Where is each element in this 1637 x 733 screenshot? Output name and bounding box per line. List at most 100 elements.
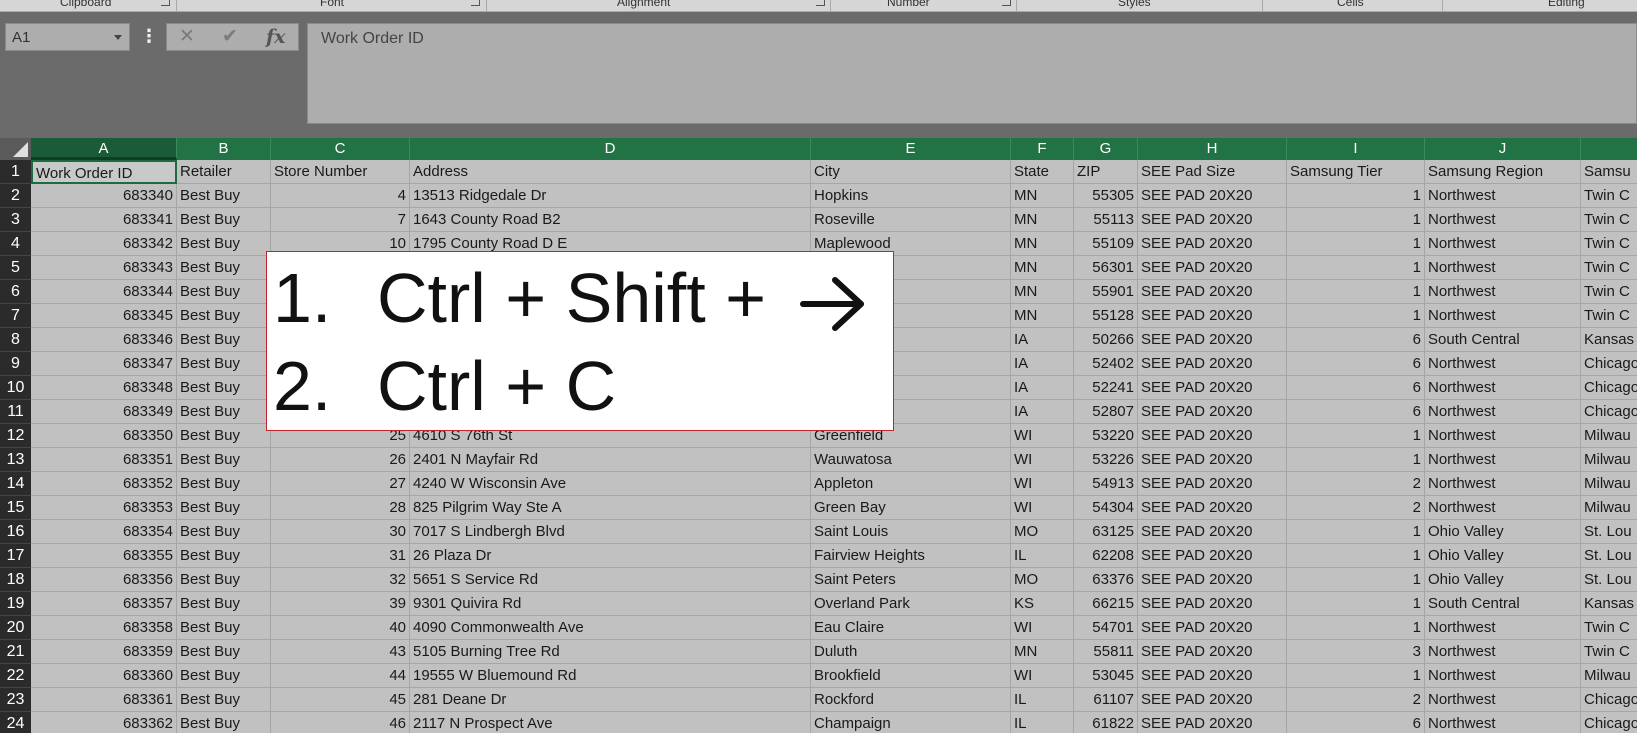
table-cell[interactable]: Rockford xyxy=(811,688,1011,712)
font-launcher-icon[interactable] xyxy=(471,0,480,6)
name-box[interactable]: A1 xyxy=(5,23,130,51)
table-cell[interactable]: Twin C xyxy=(1581,184,1637,208)
more-options-icon[interactable]: ⋮ xyxy=(140,26,158,46)
table-cell[interactable]: Milwau xyxy=(1581,664,1637,688)
table-cell[interactable]: SEE PAD 20X20 xyxy=(1138,472,1287,496)
table-cell[interactable]: Saint Louis xyxy=(811,520,1011,544)
table-cell[interactable]: IL xyxy=(1011,544,1074,568)
table-cell[interactable]: Best Buy xyxy=(177,376,271,400)
table-cell[interactable]: WI xyxy=(1011,472,1074,496)
table-cell[interactable]: Northwest xyxy=(1425,448,1581,472)
table-cell[interactable]: Best Buy xyxy=(177,688,271,712)
table-cell[interactable]: SEE PAD 20X20 xyxy=(1138,448,1287,472)
table-cell[interactable]: 3 xyxy=(1287,640,1425,664)
table-cell[interactable]: 55811 xyxy=(1074,640,1138,664)
table-cell[interactable]: Twin C xyxy=(1581,208,1637,232)
table-cell[interactable]: 31 xyxy=(271,544,410,568)
alignment-launcher-icon[interactable] xyxy=(816,0,825,6)
table-cell[interactable]: MN xyxy=(1011,208,1074,232)
table-cell[interactable]: Best Buy xyxy=(177,280,271,304)
number-launcher-icon[interactable] xyxy=(1002,0,1011,6)
row-header[interactable]: 22 xyxy=(0,664,31,688)
table-cell[interactable]: Northwest xyxy=(1425,256,1581,280)
table-cell[interactable]: SEE PAD 20X20 xyxy=(1138,232,1287,256)
table-cell[interactable]: 683348 xyxy=(31,376,177,400)
table-cell[interactable]: Milwau xyxy=(1581,448,1637,472)
table-cell[interactable]: 44 xyxy=(271,664,410,688)
table-cell[interactable]: SEE PAD 20X20 xyxy=(1138,592,1287,616)
column-header[interactable]: B xyxy=(177,138,271,160)
table-cell[interactable]: SEE PAD 20X20 xyxy=(1138,616,1287,640)
table-cell[interactable]: Wauwatosa xyxy=(811,448,1011,472)
table-cell[interactable]: WI xyxy=(1011,616,1074,640)
header-cell[interactable]: Samsung Region xyxy=(1425,160,1581,184)
table-cell[interactable]: Kansas xyxy=(1581,592,1637,616)
table-cell[interactable]: IL xyxy=(1011,688,1074,712)
table-cell[interactable]: 50266 xyxy=(1074,328,1138,352)
table-cell[interactable]: Northwest xyxy=(1425,184,1581,208)
table-cell[interactable]: St. Lou xyxy=(1581,568,1637,592)
table-cell[interactable]: 27 xyxy=(271,472,410,496)
table-cell[interactable]: Best Buy xyxy=(177,184,271,208)
table-cell[interactable]: 55128 xyxy=(1074,304,1138,328)
row-header[interactable]: 14 xyxy=(0,472,31,496)
column-header[interactable]: A xyxy=(31,138,177,160)
table-cell[interactable]: SEE PAD 20X20 xyxy=(1138,664,1287,688)
table-cell[interactable]: Ohio Valley xyxy=(1425,544,1581,568)
table-cell[interactable]: Best Buy xyxy=(177,328,271,352)
row-header[interactable]: 24 xyxy=(0,712,31,733)
table-cell[interactable]: Northwest xyxy=(1425,496,1581,520)
select-all-button[interactable] xyxy=(0,138,31,160)
table-cell[interactable]: 4 xyxy=(271,184,410,208)
table-cell[interactable]: Twin C xyxy=(1581,232,1637,256)
table-cell[interactable]: 2117 N Prospect Ave xyxy=(410,712,811,733)
table-cell[interactable]: Best Buy xyxy=(177,352,271,376)
table-cell[interactable]: Eau Claire xyxy=(811,616,1011,640)
table-cell[interactable]: MN xyxy=(1011,280,1074,304)
table-cell[interactable]: 46 xyxy=(271,712,410,733)
table-cell[interactable]: 1 xyxy=(1287,592,1425,616)
column-header[interactable]: G xyxy=(1074,138,1138,160)
table-cell[interactable]: Northwest xyxy=(1425,472,1581,496)
table-cell[interactable]: Best Buy xyxy=(177,208,271,232)
table-cell[interactable]: 4240 W Wisconsin Ave xyxy=(410,472,811,496)
formula-input[interactable]: Work Order ID xyxy=(307,23,1637,124)
table-cell[interactable]: 54913 xyxy=(1074,472,1138,496)
table-cell[interactable]: IL xyxy=(1011,712,1074,733)
table-cell[interactable]: 45 xyxy=(271,688,410,712)
header-cell[interactable]: Samsung Tier xyxy=(1287,160,1425,184)
table-cell[interactable]: 683362 xyxy=(31,712,177,733)
table-cell[interactable]: 6 xyxy=(1287,712,1425,733)
table-cell[interactable]: 683359 xyxy=(31,640,177,664)
table-cell[interactable]: St. Lou xyxy=(1581,520,1637,544)
table-cell[interactable]: Best Buy xyxy=(177,616,271,640)
table-cell[interactable]: Best Buy xyxy=(177,472,271,496)
table-cell[interactable]: 7 xyxy=(271,208,410,232)
table-cell[interactable]: Twin C xyxy=(1581,616,1637,640)
row-header[interactable]: 18 xyxy=(0,568,31,592)
table-cell[interactable]: Saint Peters xyxy=(811,568,1011,592)
table-cell[interactable]: WI xyxy=(1011,424,1074,448)
active-cell[interactable]: Work Order ID xyxy=(31,160,177,184)
table-cell[interactable]: 683353 xyxy=(31,496,177,520)
table-cell[interactable]: Best Buy xyxy=(177,304,271,328)
table-cell[interactable]: 56301 xyxy=(1074,256,1138,280)
table-cell[interactable]: IA xyxy=(1011,376,1074,400)
table-cell[interactable]: 54701 xyxy=(1074,616,1138,640)
table-cell[interactable]: 55109 xyxy=(1074,232,1138,256)
header-cell[interactable]: City xyxy=(811,160,1011,184)
table-cell[interactable]: 683356 xyxy=(31,568,177,592)
table-cell[interactable]: 26 Plaza Dr xyxy=(410,544,811,568)
table-cell[interactable]: 2401 N Mayfair Rd xyxy=(410,448,811,472)
table-cell[interactable]: SEE PAD 20X20 xyxy=(1138,496,1287,520)
table-cell[interactable]: Best Buy xyxy=(177,424,271,448)
table-cell[interactable]: MN xyxy=(1011,232,1074,256)
table-cell[interactable]: 13513 Ridgedale Dr xyxy=(410,184,811,208)
table-cell[interactable]: St. Lou xyxy=(1581,544,1637,568)
table-cell[interactable]: 1 xyxy=(1287,184,1425,208)
table-cell[interactable]: Best Buy xyxy=(177,640,271,664)
table-cell[interactable]: 683342 xyxy=(31,232,177,256)
row-header[interactable]: 13 xyxy=(0,448,31,472)
table-cell[interactable]: 683349 xyxy=(31,400,177,424)
table-cell[interactable]: 281 Deane Dr xyxy=(410,688,811,712)
